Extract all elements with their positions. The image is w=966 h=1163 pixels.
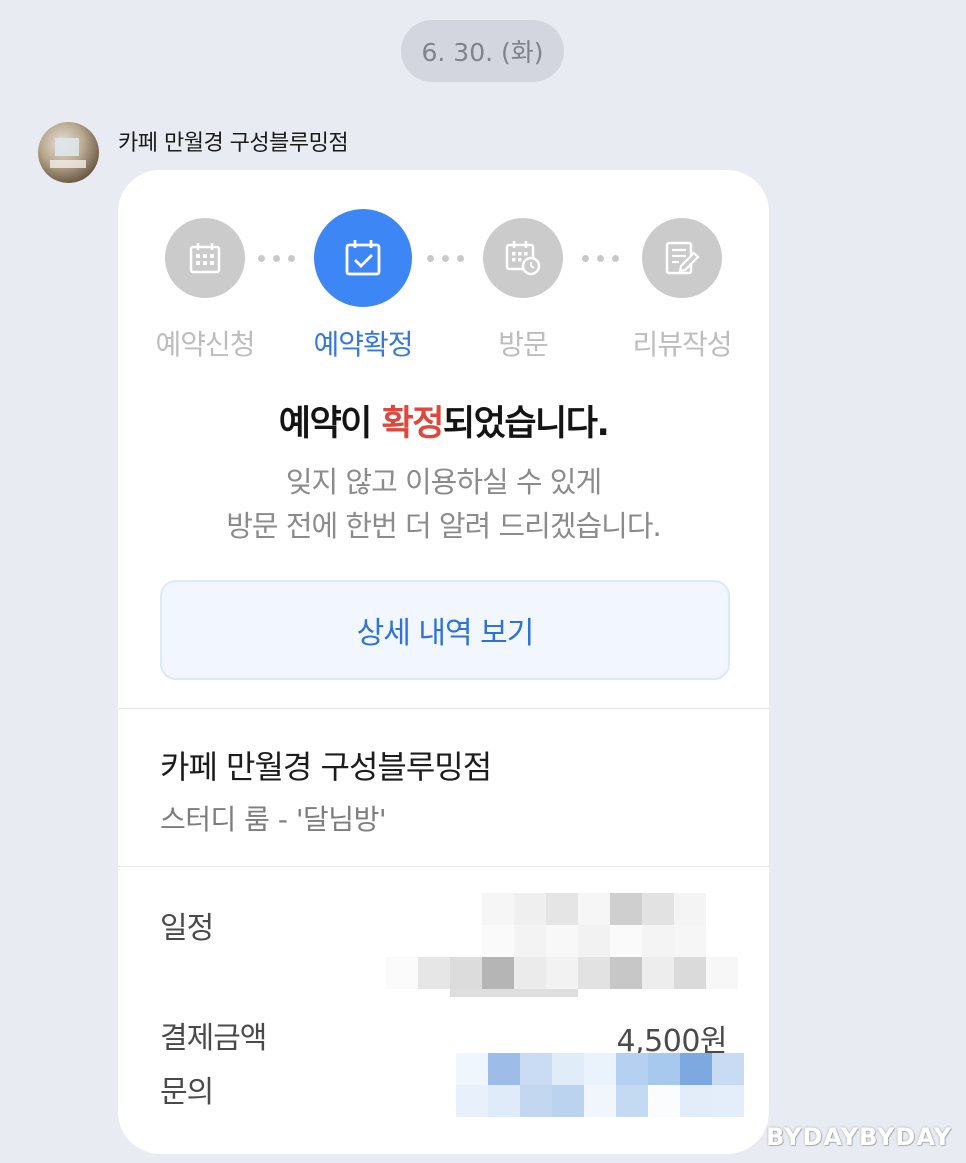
step-connector xyxy=(258,255,295,262)
inquiry-label: 문의 xyxy=(160,1075,214,1110)
watermark: BYDAYBYDAY xyxy=(766,1123,952,1151)
step-confirmed xyxy=(314,209,412,307)
step-review xyxy=(642,218,722,298)
calendar-check-icon xyxy=(345,240,381,276)
sender-name: 카페 만월경 구성블루밍점 xyxy=(118,131,349,156)
step-connector xyxy=(582,255,619,262)
calendar-grid-icon xyxy=(189,243,221,274)
step-label-confirmed: 예약확정 xyxy=(313,328,413,361)
schedule-label: 일정 xyxy=(160,911,214,946)
step-connector xyxy=(427,255,464,262)
step-visit xyxy=(483,218,563,298)
step-request xyxy=(165,218,245,298)
schedule-value-blurred xyxy=(386,893,738,989)
step-label-visit: 방문 xyxy=(498,328,549,361)
confirmation-subtext: 잊지 않고 이용하실 수 있게 방문 전에 한번 더 알려 드리겠습니다. xyxy=(226,465,662,543)
view-details-button[interactable]: 상세 내역 보기 xyxy=(160,580,730,680)
inquiry-value-blurred[interactable] xyxy=(456,1053,744,1117)
step-label-review: 리뷰작성 xyxy=(632,328,732,361)
calendar-clock-icon xyxy=(505,241,541,276)
payment-label: 결제금액 xyxy=(160,1021,267,1056)
schedule-value-blurred xyxy=(450,989,578,997)
room-name: 스터디 룸 - '달님방' xyxy=(160,803,387,836)
avatar[interactable] xyxy=(38,122,99,183)
divider xyxy=(118,708,769,709)
step-label-request: 예약신청 xyxy=(155,328,255,361)
store-name: 카페 만월경 구성블루밍점 xyxy=(160,748,492,786)
review-edit-icon xyxy=(665,241,700,275)
confirmation-headline: 예약이 확정되었습니다. xyxy=(278,404,610,444)
date-separator: 6. 30. (화) xyxy=(401,20,564,82)
divider xyxy=(118,866,769,867)
reservation-card: 예약신청 예약확정 방문 리뷰작성 예약이 확정되었습니다. 잊지 않고 이용하… xyxy=(118,170,769,1154)
